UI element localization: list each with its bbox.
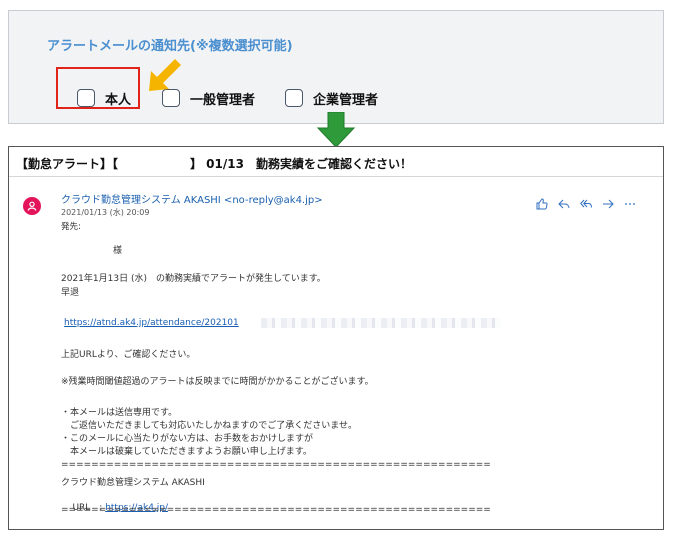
checkbox-company-admin[interactable] bbox=[285, 89, 303, 107]
separator: ========================================… bbox=[61, 460, 491, 470]
email-actions bbox=[536, 198, 636, 210]
to-label: 発先: bbox=[61, 222, 81, 232]
sender-name[interactable]: クラウド勤怠管理システム AKASHI <no-reply@ak4.jp> bbox=[61, 191, 323, 206]
footer-name: クラウド勤怠管理システム AKASHI bbox=[61, 478, 205, 488]
sender-avatar bbox=[23, 197, 41, 215]
option-company-admin-label: 企業管理者 bbox=[313, 92, 379, 108]
notice-line-1: ・本メールは送信専用です。 bbox=[61, 408, 178, 418]
like-icon[interactable] bbox=[536, 198, 548, 210]
notice-line-4: 本メールは破棄していただきますようお願い申し上げます。 bbox=[61, 447, 312, 457]
reply-icon[interactable] bbox=[558, 198, 570, 210]
attendance-link[interactable]: https://atnd.ak4.jp/attendance/202101 bbox=[64, 318, 239, 328]
confirm-text: 上記URLより、ご確認ください。 bbox=[61, 350, 196, 360]
down-arrow-icon bbox=[316, 112, 356, 148]
notice-line-3: ・このメールに心当たりがない方は、お手数をおかけしますが bbox=[61, 434, 314, 444]
email-date: 2021/01/13 (水) 20:09 bbox=[61, 208, 150, 217]
pointer-arrow-icon bbox=[149, 59, 181, 91]
reply-all-icon[interactable] bbox=[580, 198, 592, 210]
option-company-admin[interactable]: 企業管理者 bbox=[285, 87, 378, 109]
alert-line: 2021年1月13日 (水) の勤務実績でアラートが発生しています。 bbox=[61, 274, 326, 284]
separator-bottom: ========================================… bbox=[61, 505, 491, 515]
more-icon[interactable] bbox=[624, 198, 636, 210]
notification-destination-title: アラートメールの通知先(※複数選択可能) bbox=[47, 39, 293, 54]
subject-bar: 【勤怠アラート】【 】 01/13 勤務実績をご確認ください！ bbox=[9, 147, 663, 177]
forward-icon[interactable] bbox=[602, 198, 614, 210]
person-icon bbox=[27, 201, 37, 211]
alert-type: 早退 bbox=[61, 288, 80, 298]
note-text: ※残業時間閾値超過のアラートは反映までに時間がかかることがございます。 bbox=[61, 377, 374, 387]
option-general-admin-label: 一般管理者 bbox=[190, 92, 256, 108]
email-subject: 【勤怠アラート】【 】 01/13 勤務実績をご確認ください！ bbox=[16, 157, 412, 171]
salutation: 様 bbox=[113, 246, 123, 256]
email-view: 【勤怠アラート】【 】 01/13 勤務実績をご確認ください！ クラウド勤怠管理… bbox=[8, 146, 664, 530]
highlight-box bbox=[56, 67, 140, 109]
notice-line-2: ご返信いただきましても対応いたしかねますのでご了承くださいませ。 bbox=[61, 421, 358, 431]
redacted-url-part bbox=[261, 318, 501, 328]
notification-settings-panel: アラートメールの通知先(※複数選択可能) 本人 一般管理者 企業管理者 bbox=[8, 10, 664, 124]
